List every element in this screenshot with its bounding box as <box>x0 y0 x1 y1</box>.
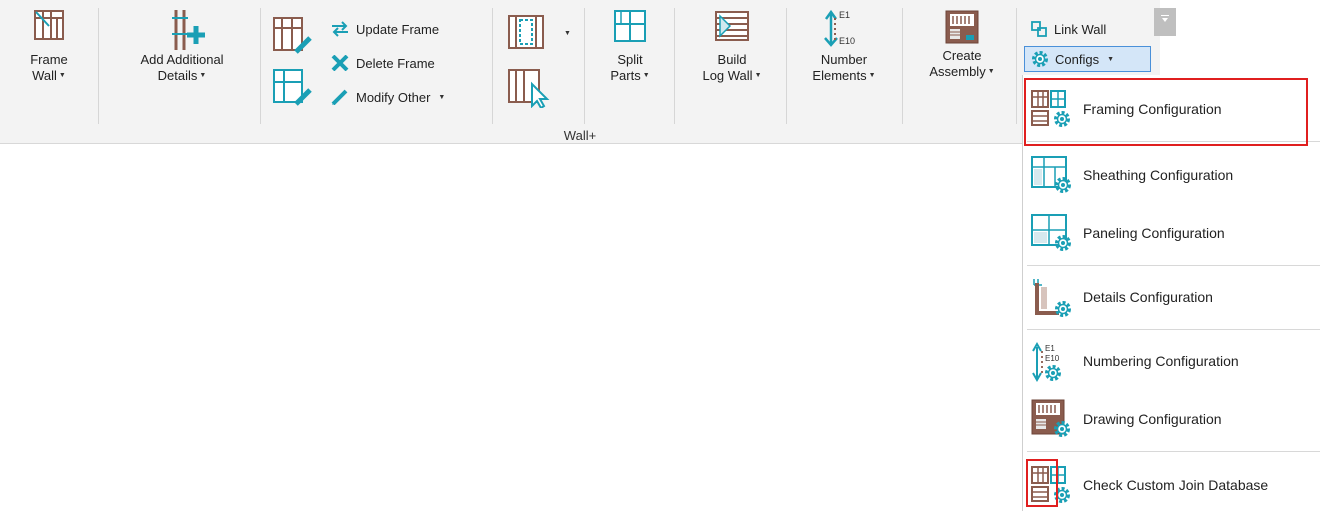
menu-item-sheathing-configuration[interactable]: Sheathing Configuration <box>1029 151 1319 199</box>
create-assembly-button[interactable]: Create Assembly ▼ <box>912 8 1012 80</box>
frame-wall-button[interactable]: Frame Wall ▼ <box>8 8 90 84</box>
group-label-wall-plus: Wall+ <box>563 128 597 143</box>
ribbon-panel: Frame Wall ▼ Add Additional Details ▼ Upda… <box>0 0 1160 144</box>
separator <box>786 8 787 124</box>
add-details-icon <box>172 10 205 50</box>
number-elements-button[interactable]: E1 E10 Number Elements ▼ <box>796 8 892 84</box>
create-assembly-label-1: Create <box>942 48 982 63</box>
gear-icon <box>1032 51 1048 67</box>
link-wall-button[interactable]: Link Wall <box>1030 18 1106 40</box>
update-frame-label: Update Frame <box>356 21 440 37</box>
menu-item-check-custom-join-database[interactable]: Check Custom Join Database <box>1029 461 1319 509</box>
update-frame-large-icon[interactable] <box>270 16 314 56</box>
build-log-wall-label-1: Build <box>717 52 747 67</box>
wall-select-icon[interactable] <box>506 68 552 108</box>
numbering-configuration-label: Numbering Configuration <box>1083 353 1239 369</box>
split-parts-button[interactable]: Split Parts ▼ <box>594 8 666 84</box>
dropdown-caret-icon: ▼ <box>1107 55 1115 63</box>
drawing-config-icon <box>1031 399 1070 437</box>
sheathing-config-icon <box>1031 156 1071 193</box>
configs-button[interactable]: Configs ▼ <box>1024 46 1151 72</box>
separator <box>260 8 261 124</box>
collapse-panel-button[interactable] <box>1154 8 1176 36</box>
separator <box>492 8 493 124</box>
highlight-box-framing <box>1024 78 1308 146</box>
update-frame-button[interactable]: Update Frame <box>330 18 439 40</box>
link-wall-label: Link Wall <box>1054 21 1107 37</box>
separator <box>584 8 585 124</box>
numbering-config-icon-top: E1 <box>1045 344 1055 353</box>
number-icon-bottom-label: E10 <box>839 36 855 46</box>
dropdown-caret-icon: ▼ <box>58 72 66 79</box>
paneling-configuration-label: Paneling Configuration <box>1083 225 1225 241</box>
link-wall-icon <box>1031 21 1047 37</box>
add-additional-details-button[interactable]: Add Additional Details ▼ <box>112 8 252 84</box>
separator <box>98 8 99 124</box>
dropdown-caret-icon: ▼ <box>199 72 207 79</box>
update-arrows-icon <box>332 21 348 37</box>
add-details-label-2: Details <box>157 68 198 83</box>
number-elements-label-2: Elements <box>812 68 867 83</box>
numbering-config-icon-bottom: E10 <box>1045 354 1060 363</box>
menu-item-details-configuration[interactable]: Details Configuration <box>1029 273 1319 321</box>
sheathing-configuration-label: Sheathing Configuration <box>1083 167 1234 183</box>
dropdown-caret-icon: ▼ <box>868 72 876 79</box>
numbering-icon: E1 E10 <box>824 9 855 47</box>
menu-separator <box>1027 265 1320 266</box>
frame-wall-icon <box>34 10 64 40</box>
wall-split-icon[interactable] <box>506 14 546 52</box>
assembly-drawing-icon <box>945 10 979 44</box>
details-configuration-label: Details Configuration <box>1083 289 1213 305</box>
check-custom-join-database-label: Check Custom Join Database <box>1083 477 1269 493</box>
split-parts-label-2: Parts <box>610 68 641 83</box>
separator <box>1016 8 1017 124</box>
menu-item-drawing-configuration[interactable]: Drawing Configuration <box>1029 395 1319 443</box>
frame-wall-label-1: Frame <box>30 52 68 67</box>
delete-x-icon <box>331 55 349 71</box>
split-parts-label-1: Split <box>617 52 643 67</box>
details-config-icon <box>1033 279 1071 317</box>
drawing-configuration-label: Drawing Configuration <box>1083 411 1222 427</box>
menu-separator <box>1027 451 1320 452</box>
log-wall-icon <box>715 11 749 41</box>
delete-frame-button[interactable]: Delete Frame <box>330 52 435 74</box>
menu-separator <box>1027 329 1320 330</box>
highlight-box-join-db-icon <box>1026 459 1058 507</box>
number-icon-top-label: E1 <box>839 10 850 20</box>
paneling-config-icon <box>1031 214 1071 251</box>
dropdown-caret-icon[interactable]: ▼ <box>564 30 571 37</box>
create-assembly-label-2: Assembly <box>929 64 986 79</box>
menu-item-numbering-configuration[interactable]: E1 E10 Numbering Configuration <box>1029 337 1319 385</box>
modify-frame-large-icon[interactable] <box>270 68 314 108</box>
configs-label: Configs <box>1055 51 1100 67</box>
number-elements-label-1: Number <box>820 52 868 67</box>
pencil-icon <box>331 89 348 105</box>
separator <box>674 8 675 124</box>
dropdown-caret-icon: ▼ <box>642 72 650 79</box>
dropdown-caret-icon: ▼ <box>438 93 446 101</box>
build-log-wall-button[interactable]: Build Log Wall ▼ <box>686 8 778 84</box>
dropdown-caret-icon: ▼ <box>754 72 762 79</box>
dropdown-caret-icon: ▼ <box>987 68 995 75</box>
add-details-label-1: Add Additional <box>140 52 224 67</box>
modify-other-button[interactable]: Modify Other ▼ <box>330 86 445 108</box>
menu-item-paneling-configuration[interactable]: Paneling Configuration <box>1029 209 1319 257</box>
separator <box>902 8 903 124</box>
modify-other-label: Modify Other <box>356 89 431 105</box>
split-parts-icon <box>614 10 646 42</box>
build-log-wall-label-2: Log Wall <box>702 68 753 83</box>
delete-frame-label: Delete Frame <box>356 55 435 71</box>
frame-wall-label-2: Wall <box>32 68 57 83</box>
numbering-config-icon: E1 E10 <box>1032 341 1061 383</box>
